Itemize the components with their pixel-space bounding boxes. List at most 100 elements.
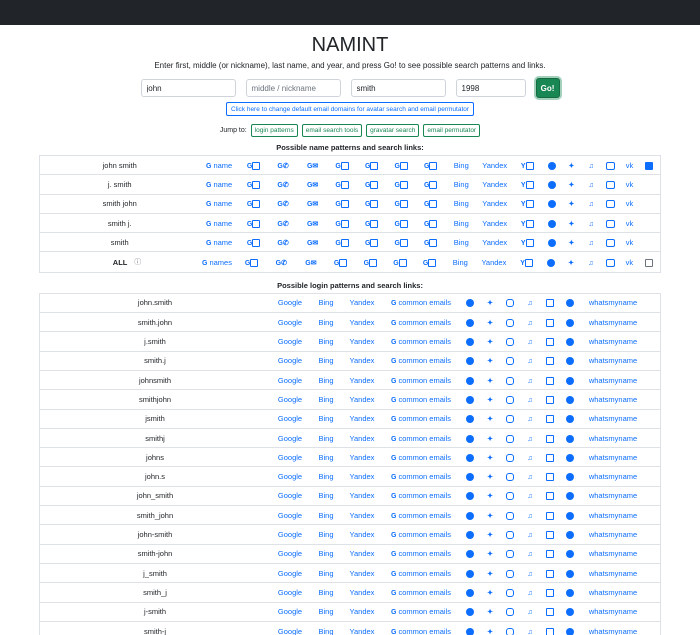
yandex-link[interactable]: Yandex (482, 161, 507, 170)
twitch-icon[interactable] (546, 569, 554, 578)
yandex-link[interactable]: Yandex (482, 219, 507, 228)
google-link[interactable]: Google (278, 453, 302, 462)
whatsmyname-link[interactable]: whatsmyname (589, 376, 637, 385)
google-phone-icon[interactable]: G✆ (276, 258, 287, 267)
twitter-icon[interactable]: ✦ (487, 530, 493, 539)
twitter-icon[interactable]: ✦ (569, 199, 575, 208)
twitter-icon[interactable]: ✦ (487, 395, 493, 404)
yandex-link[interactable]: Yandex (350, 376, 375, 385)
vk-link[interactable]: vk (626, 180, 634, 189)
bing-link[interactable]: Bing (318, 453, 333, 462)
google-link[interactable]: Google (278, 356, 302, 365)
twitter-icon[interactable]: ✦ (487, 569, 493, 578)
tiktok-icon[interactable]: ♫ (527, 453, 532, 462)
google-name-search-link[interactable]: Gname (206, 180, 232, 189)
google-name-search-link[interactable]: Gname (206, 238, 232, 247)
google-file-icon[interactable]: G (424, 199, 438, 209)
ok-icon[interactable] (606, 180, 616, 189)
google-page-icon[interactable]: G (394, 199, 408, 209)
tiktok-icon[interactable]: ♫ (527, 356, 532, 365)
google-page-icon[interactable]: G (394, 161, 408, 170)
facebook-icon[interactable] (466, 569, 474, 578)
mastodon-icon[interactable] (566, 318, 574, 327)
bing-link[interactable]: Bing (318, 607, 333, 616)
whatsmyname-link[interactable]: whatsmyname (589, 530, 637, 539)
google-file-icon[interactable]: G (424, 180, 438, 189)
instagram-icon[interactable] (506, 337, 514, 347)
whatsmyname-link[interactable]: whatsmyname (589, 318, 637, 327)
google-file-icon[interactable]: G (424, 238, 438, 247)
twitter-icon[interactable]: ✦ (569, 238, 575, 247)
common-emails-link[interactable]: Gcommon emails (391, 588, 451, 597)
google-link[interactable]: Google (278, 376, 302, 385)
yandex-link[interactable]: Yandex (350, 318, 375, 327)
common-emails-link[interactable]: Gcommon emails (391, 434, 451, 443)
google-folder-icon[interactable]: G (365, 161, 379, 170)
bing-link[interactable]: Bing (454, 199, 469, 208)
common-emails-link[interactable]: Gcommon emails (391, 569, 451, 578)
yandex-link[interactable]: Yandex (350, 472, 375, 481)
google-link[interactable]: Google (278, 298, 302, 307)
google-folder-icon[interactable]: G (365, 219, 379, 228)
google-phone-icon[interactable]: G✆ (277, 180, 288, 189)
bing-link[interactable]: Bing (318, 472, 333, 481)
mastodon-icon[interactable] (566, 588, 574, 597)
mastodon-icon[interactable] (566, 549, 574, 559)
facebook-icon[interactable] (466, 453, 474, 462)
google-phone-icon[interactable]: G✆ (277, 199, 288, 208)
common-emails-link[interactable]: Gcommon emails (391, 472, 451, 481)
common-emails-link[interactable]: Gcommon emails (391, 318, 451, 327)
bing-link[interactable]: Bing (318, 395, 333, 404)
yandex-link[interactable]: Yandex (350, 569, 375, 578)
whatsmyname-link[interactable]: whatsmyname (589, 607, 637, 616)
google-doc-icon[interactable]: G (335, 219, 349, 228)
facebook-icon[interactable] (547, 219, 556, 228)
twitch-icon[interactable] (546, 588, 554, 597)
tiktok-icon[interactable]: ♫ (527, 318, 532, 327)
tiktok-icon[interactable]: ♫ (527, 511, 532, 520)
whatsmyname-link[interactable]: whatsmyname (589, 395, 637, 404)
tiktok-icon[interactable]: ♫ (527, 588, 532, 597)
twitter-icon[interactable]: ✦ (569, 161, 575, 170)
tiktok-icon[interactable]: ♫ (527, 414, 532, 423)
mastodon-icon[interactable] (566, 395, 574, 404)
facebook-icon[interactable] (466, 414, 474, 424)
google-link[interactable]: Google (278, 472, 302, 481)
whatsmyname-link[interactable]: whatsmyname (589, 511, 637, 520)
last-name-input[interactable] (350, 79, 446, 97)
yandex-link[interactable]: Yandex (350, 453, 375, 462)
whatsmyname-link[interactable]: whatsmyname (589, 337, 637, 346)
bing-link[interactable]: Bing (318, 298, 333, 307)
first-name-input[interactable] (140, 79, 236, 97)
twitch-icon[interactable] (546, 549, 554, 559)
bing-link[interactable]: Bing (454, 238, 469, 247)
yandex-link[interactable]: Yandex (350, 627, 375, 635)
yandex-link[interactable]: Yandex (350, 414, 375, 423)
google-name-search-link[interactable]: Gnames (202, 258, 232, 267)
twitter-icon[interactable]: ✦ (487, 511, 493, 520)
yandex-link[interactable]: Yandex (350, 607, 375, 616)
google-link[interactable]: Google (278, 414, 302, 423)
google-doc-icon[interactable]: G (334, 258, 348, 267)
tiktok-icon[interactable]: ♫ (527, 607, 532, 616)
twitter-icon[interactable]: ✦ (487, 376, 493, 385)
mastodon-icon[interactable] (566, 414, 574, 424)
google-page-icon[interactable]: G (394, 180, 408, 189)
google-file-icon[interactable]: G (424, 161, 438, 170)
bing-link[interactable]: Bing (453, 258, 468, 267)
instagram-icon[interactable] (506, 453, 514, 462)
whatsmyname-link[interactable]: whatsmyname (589, 588, 637, 597)
google-name-search-link[interactable]: Gname (206, 199, 232, 208)
vk-link[interactable]: vk (626, 238, 634, 247)
twitter-icon[interactable]: ✦ (487, 414, 493, 423)
facebook-icon[interactable] (547, 199, 556, 209)
google-link[interactable]: Google (278, 318, 302, 327)
document-icon[interactable] (645, 258, 654, 267)
google-name-search-link[interactable]: Gname (206, 161, 232, 170)
yandex-image-icon[interactable]: Y (521, 219, 534, 228)
facebook-icon[interactable] (466, 588, 474, 597)
mastodon-icon[interactable] (566, 453, 574, 462)
instagram-icon[interactable] (506, 414, 514, 424)
yandex-link[interactable]: Yandex (350, 356, 375, 365)
yandex-link[interactable]: Yandex (350, 298, 375, 307)
